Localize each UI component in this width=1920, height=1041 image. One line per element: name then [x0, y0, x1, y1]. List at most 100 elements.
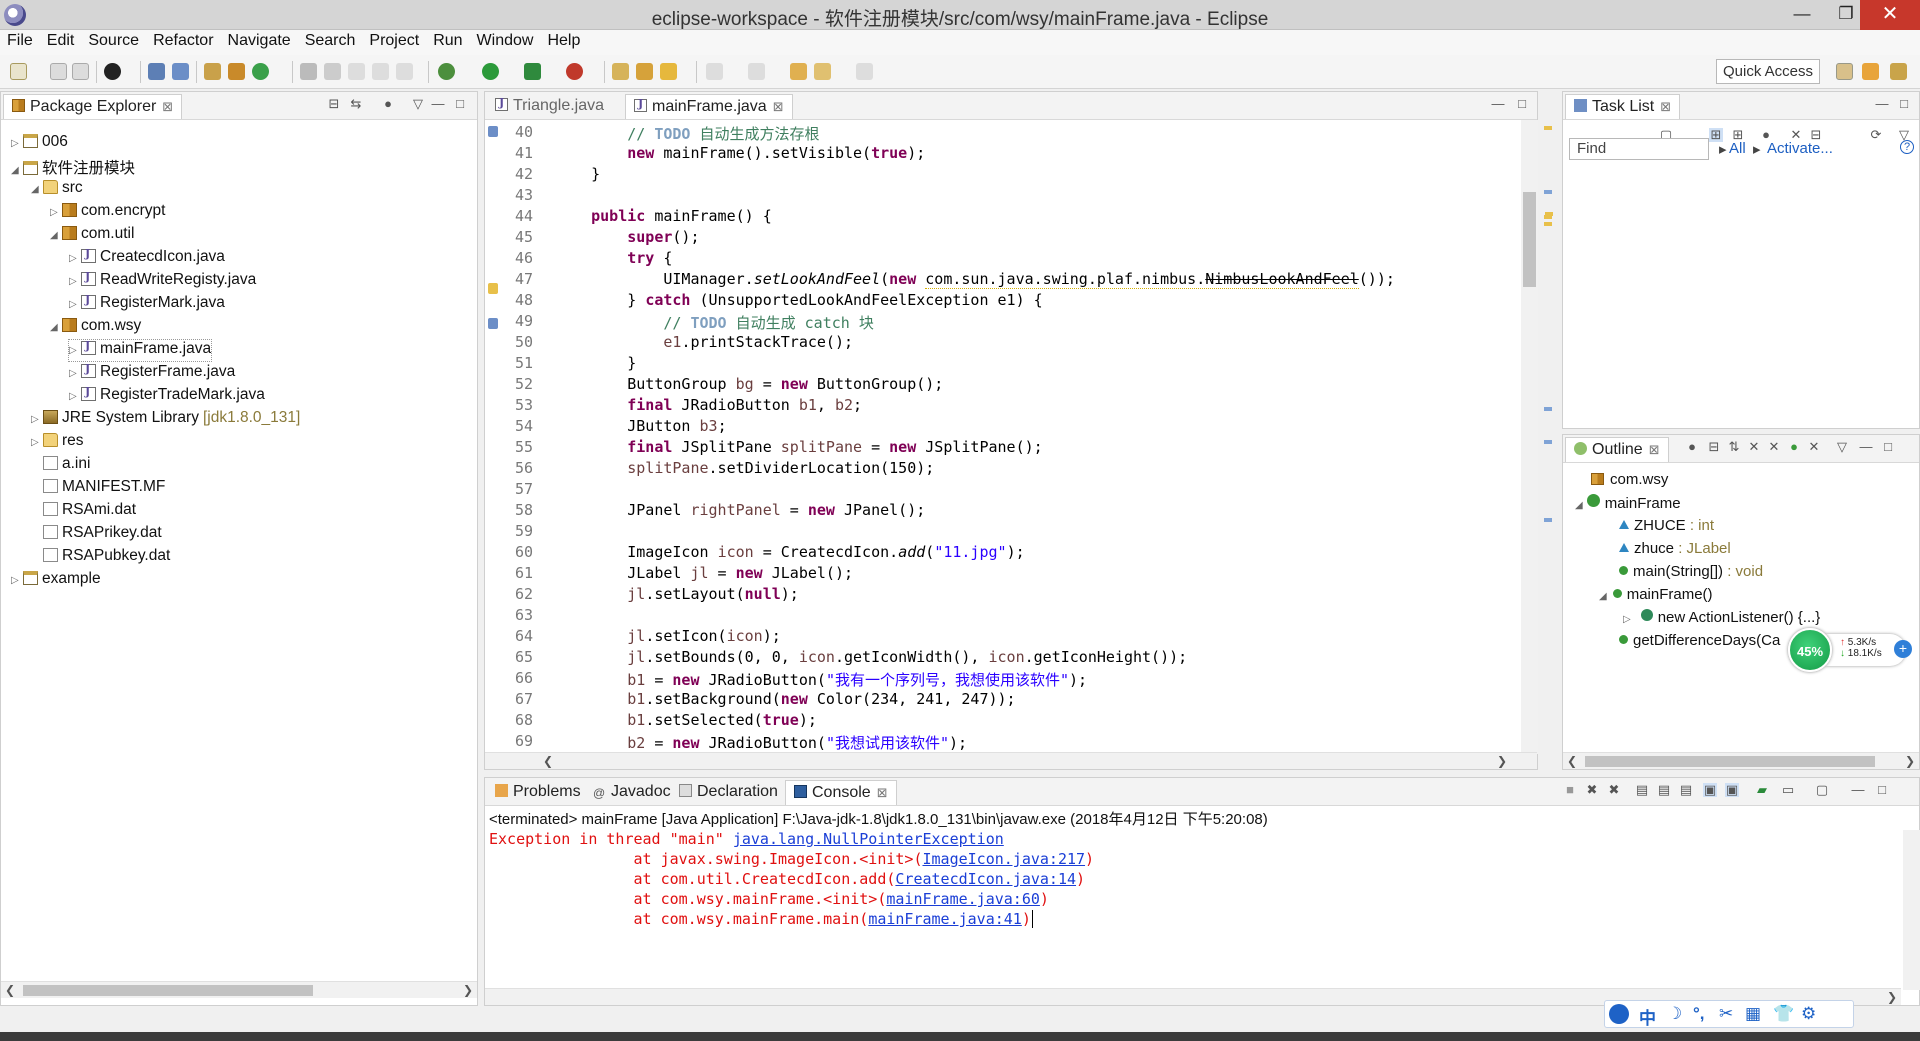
tree-item[interactable]: ◢ com.wsy	[50, 317, 141, 338]
tab-problems[interactable]: Problems	[487, 780, 589, 805]
last-edit-icon[interactable]	[790, 63, 807, 80]
stack-frame-link[interactable]: mainFrame.java:60	[886, 890, 1040, 908]
scrollbar-thumb[interactable]	[23, 985, 313, 996]
tree-item-selected[interactable]: ▷mainFrame.java	[67, 339, 213, 362]
maximize-view-icon[interactable]: □	[453, 97, 467, 111]
tree-item[interactable]: ▷ReadWriteRegisty.java	[69, 270, 256, 292]
minimize-view-icon[interactable]: —	[1859, 440, 1873, 454]
maximize-view-icon[interactable]: □	[1897, 97, 1911, 111]
coverage-icon[interactable]	[524, 63, 541, 80]
tree-item[interactable]: ▷ 006	[11, 133, 68, 154]
maximize-view-icon[interactable]: □	[1515, 97, 1529, 111]
save-icon[interactable]	[50, 63, 67, 80]
save-all-icon[interactable]	[72, 63, 89, 80]
vertical-scrollbar[interactable]	[1521, 120, 1538, 754]
outline-item[interactable]: ◢ mainFrame	[1575, 494, 1681, 515]
tree-item[interactable]: ▷RegisterTradeMark.java	[69, 385, 265, 407]
hide-static-icon[interactable]: ✕	[1767, 440, 1781, 454]
menu-edit[interactable]: Edit	[40, 30, 82, 52]
tree-item[interactable]: ▷ example	[11, 570, 101, 591]
open-console-icon[interactable]: ▢	[1815, 783, 1829, 797]
outline-item[interactable]: ▷ new ActionListener() {...}	[1623, 609, 1820, 630]
scrollbar-thumb[interactable]	[1523, 192, 1536, 287]
ime-skin-icon[interactable]: 👕	[1773, 1004, 1794, 1024]
link-with-editor-icon[interactable]: ⇆	[349, 97, 363, 111]
scrollbar-thumb[interactable]	[1585, 756, 1875, 767]
close-icon[interactable]: ⊠	[1649, 442, 1660, 457]
tree-item[interactable]: RSAmi.dat	[31, 501, 136, 522]
minimize-button[interactable]: —	[1780, 0, 1824, 30]
tree-item[interactable]: ▷CreatecdIcon.java	[69, 247, 225, 269]
hide-fields-icon[interactable]: ✕	[1747, 440, 1761, 454]
ime-punctuation-icon[interactable]: °,	[1693, 1004, 1705, 1024]
close-icon[interactable]: ⊠	[877, 785, 888, 800]
next-annotation-icon[interactable]	[706, 63, 723, 80]
pin-console-icon[interactable]: ▰	[1755, 783, 1769, 797]
hide-nonpublic-icon[interactable]: ●	[1787, 440, 1801, 454]
outline-item[interactable]: zhuce : JLabel	[1619, 540, 1731, 561]
ime-logo-icon[interactable]	[1609, 1004, 1629, 1024]
tab-console[interactable]: Console ⊠	[785, 780, 897, 805]
stack-frame-link[interactable]: mainFrame.java:41	[868, 910, 1022, 928]
close-icon[interactable]: ⊠	[1660, 99, 1671, 114]
outline-item[interactable]: ZHUCE : int	[1619, 517, 1714, 538]
minimize-view-icon[interactable]: —	[1851, 783, 1865, 797]
minimize-view-icon[interactable]: —	[1491, 97, 1505, 111]
vertical-scrollbar[interactable]	[1903, 830, 1920, 990]
skip-breakpoints-icon[interactable]	[172, 63, 189, 80]
tree-item[interactable]: MANIFEST.MF	[31, 478, 165, 499]
back-icon[interactable]	[814, 63, 831, 80]
focus-icon[interactable]: ●	[381, 97, 395, 111]
terminal-icon[interactable]	[148, 63, 165, 80]
outline-item[interactable]: getDifferenceDays(Ca	[1619, 632, 1780, 653]
menu-window[interactable]: Window	[470, 30, 541, 52]
tab-javadoc[interactable]: @ Javadoc	[585, 780, 679, 805]
tab-declaration[interactable]: Declaration	[671, 780, 786, 805]
minimize-view-icon[interactable]: —	[1875, 97, 1889, 111]
tree-item[interactable]: ▷ res	[31, 432, 84, 453]
maximize-view-icon[interactable]: □	[1881, 440, 1895, 454]
task-find-input[interactable]: Find	[1569, 138, 1709, 160]
menu-help[interactable]: Help	[540, 30, 587, 52]
ime-keyboard-icon[interactable]: ▦	[1745, 1004, 1761, 1024]
clear-console-icon[interactable]: ▤	[1635, 783, 1649, 797]
open-type-icon[interactable]	[300, 63, 317, 80]
scroll-lock-icon[interactable]: ▤	[1657, 783, 1671, 797]
menu-file[interactable]: File	[0, 30, 40, 52]
exception-link[interactable]: java.lang.NullPointerException	[733, 830, 1004, 848]
tree-item[interactable]: ◢ src	[31, 179, 83, 200]
prev-annotation-icon[interactable]	[748, 63, 765, 80]
tab-mainframe-java[interactable]: mainFrame.java ⊠	[625, 94, 793, 119]
code-area[interactable]: 40 // TODO 自动生成方法存根 41 new mainFrame().s…	[485, 120, 1537, 752]
add-icon[interactable]: +	[1894, 640, 1912, 658]
java-perspective-icon[interactable]	[1890, 63, 1907, 80]
external-tools-icon[interactable]	[566, 63, 583, 80]
java-ee-perspective-icon[interactable]	[1862, 63, 1879, 80]
network-speed-widget[interactable]: ↑ 5.3K/s ↓ 18.1K/s 45% +	[1788, 628, 1914, 672]
debug-icon[interactable]	[438, 63, 455, 80]
forward-icon[interactable]	[856, 63, 873, 80]
menu-refactor[interactable]: Refactor	[146, 30, 220, 52]
outline-item[interactable]: com.wsy	[1591, 471, 1668, 492]
sort-icon[interactable]: ⇅	[1727, 440, 1741, 454]
new-class-icon[interactable]	[252, 63, 269, 80]
display-console-icon[interactable]: ▭	[1781, 783, 1795, 797]
menu-project[interactable]: Project	[362, 30, 426, 52]
maximize-view-icon[interactable]: □	[1875, 783, 1889, 797]
show-whitespace-icon[interactable]	[396, 63, 413, 80]
tree-item[interactable]: ▷RegisterFrame.java	[69, 362, 235, 384]
collapse-all-icon[interactable]: ⊟	[327, 97, 341, 111]
search-tool-icon[interactable]	[324, 63, 341, 80]
tree-item[interactable]: ▷ com.encrypt	[50, 202, 165, 223]
new-icon[interactable]	[10, 63, 27, 80]
stack-frame-link[interactable]: ImageIcon.java:217	[922, 850, 1085, 868]
collapse-all-icon[interactable]: ⊟	[1707, 440, 1721, 454]
open-task-icon[interactable]	[612, 63, 629, 80]
open-folder-icon[interactable]	[636, 63, 653, 80]
tab-triangle-java[interactable]: Triangle.java	[487, 94, 612, 119]
minimize-view-icon[interactable]: —	[431, 97, 445, 111]
sync-icon[interactable]: ⟳	[1869, 128, 1883, 142]
outline-item[interactable]: main(String[]) : void	[1619, 563, 1763, 584]
tree-item[interactable]: ▷ JRE System Library [jdk1.8.0_131]	[31, 409, 300, 430]
close-window-button[interactable]: ✕	[1860, 0, 1920, 30]
